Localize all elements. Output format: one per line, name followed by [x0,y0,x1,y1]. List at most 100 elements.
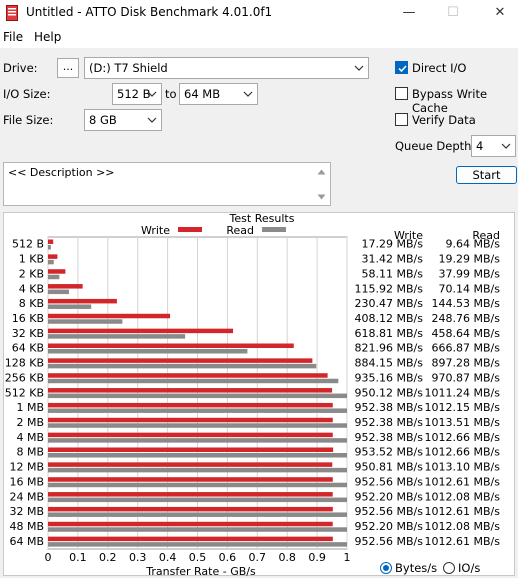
bytes-per-sec-radio[interactable] [380,562,392,574]
queue-depth-label: Queue Depth: [395,139,476,153]
x-tick-label: 0.2 [99,551,117,564]
title-bar: Untitled - ATTO Disk Benchmark 4.01.0f1 … [0,0,518,26]
drive-select-value: (D:) T7 Shield [89,61,168,75]
read-bar [48,453,347,458]
drive-browse-button[interactable]: ... [57,58,79,78]
menu-file[interactable]: File [3,30,23,44]
read-value-label: 70.14 MB/s [439,282,501,295]
write-value-label: 950.81 MB/s [355,461,424,474]
minimize-icon[interactable]: — [397,3,421,23]
write-value-label: 230.47 MB/s [355,297,424,310]
menu-help[interactable]: Help [34,30,61,44]
description-field[interactable]: << Description >> [3,162,331,206]
read-bar [48,319,123,324]
read-value-label: 1012.61 MB/s [425,505,501,518]
read-bar [48,289,69,295]
y-tick-label: 8 KB [19,297,44,310]
drive-select[interactable]: (D:) T7 Shield [84,57,369,79]
write-bar [48,343,294,348]
y-tick-label: 512 KB [5,386,44,399]
window-title: Untitled - ATTO Disk Benchmark 4.01.0f1 [26,5,273,19]
chevron-down-icon [501,143,511,149]
scroll-down-icon[interactable] [317,194,326,200]
write-bar [48,402,333,408]
read-bar [48,274,60,280]
file-size-value: 8 GB [89,113,117,127]
read-value-label: 1012.61 MB/s [425,535,501,548]
bypass-write-cache-checkbox[interactable] [395,87,408,100]
write-value-label: 821.96 MB/s [355,342,424,355]
write-value-label: 952.38 MB/s [355,431,424,444]
read-bar [48,482,347,488]
x-tick-label: 0.4 [159,551,177,564]
read-value-label: 1012.66 MB/s [425,446,501,459]
y-tick-label: 64 KB [12,342,44,355]
scroll-up-icon[interactable] [317,169,326,175]
test-results-panel: Test Results Write Read Write Read 0 0.1 0… [3,212,515,577]
read-value-label: 1012.15 MB/s [425,401,501,414]
read-value-label: 37.99 MB/s [439,267,501,280]
legend-write-label: Write [141,224,170,237]
read-bar [48,497,347,503]
write-bar [48,298,117,304]
y-tick-label: 32 KB [12,327,44,340]
io-size-from-select[interactable]: 512 B [112,83,162,105]
description-scrollbar[interactable] [313,163,330,205]
write-bar [48,388,333,393]
write-value-label: 952.56 MB/s [355,535,424,548]
write-bar [48,313,171,319]
write-value-label: 115.92 MB/s [355,282,424,295]
write-value-label: 884.15 MB/s [355,357,424,370]
x-tick-label: 0.1 [69,551,87,564]
write-bar [48,536,333,542]
legend-read-label: Read [226,224,254,237]
y-tick-label: 48 MB [9,520,44,533]
write-bar [48,269,66,274]
read-value-label: 9.64 MB/s [446,238,501,251]
read-value-label: 1013.10 MB/s [425,461,501,474]
y-tick-label: 16 KB [12,312,44,325]
verify-data-checkbox[interactable] [395,113,408,126]
y-tick-label: 64 MB [9,535,44,548]
queue-depth-select[interactable]: 4 [471,135,516,157]
direct-io-checkbox[interactable] [395,61,408,74]
y-tick-label: 24 MB [9,490,44,503]
io-per-sec-label: IO/s [458,561,481,575]
y-tick-label: 256 KB [5,371,44,384]
io-size-to-select[interactable]: 64 MB [179,83,258,105]
read-value-label: 666.87 MB/s [432,342,501,355]
read-bar [48,378,339,384]
write-value-label: 952.38 MB/s [355,401,424,414]
start-button[interactable]: Start [456,166,517,184]
write-bar [48,358,313,363]
io-size-from-value: 512 B [117,87,151,101]
read-value-label: 1011.24 MB/s [425,386,501,399]
write-bar [48,254,58,259]
y-tick-label: 4 MB [16,431,44,444]
read-bar [48,363,317,369]
write-bar [48,239,54,244]
drive-label: Drive: [3,61,38,75]
chevron-down-icon [147,117,157,123]
file-size-select[interactable]: 8 GB [84,109,162,131]
verify-data-label: Verify Data [412,113,476,127]
write-value-label: 952.38 MB/s [355,416,424,429]
write-bar [48,447,334,452]
read-value-label: 19.29 MB/s [439,253,501,266]
bytes-per-sec-label: Bytes/s [395,561,438,575]
disk-drive-icon [6,5,18,21]
write-value-label: 408.12 MB/s [355,312,424,325]
read-bar [48,259,54,265]
write-bar [48,284,83,289]
io-size-to-label: to [165,87,177,101]
x-tick-label: 0.5 [189,551,207,564]
read-bar [48,349,248,354]
legend-read-swatch [262,227,286,232]
read-value-label: 1012.08 MB/s [425,490,501,503]
description-text: << Description >> [8,166,115,179]
io-per-sec-radio[interactable] [443,562,455,574]
y-tick-label: 12 MB [9,461,44,474]
write-bar [48,492,333,497]
read-value-label: 897.28 MB/s [432,357,501,370]
close-icon[interactable]: ✕ [488,3,512,23]
